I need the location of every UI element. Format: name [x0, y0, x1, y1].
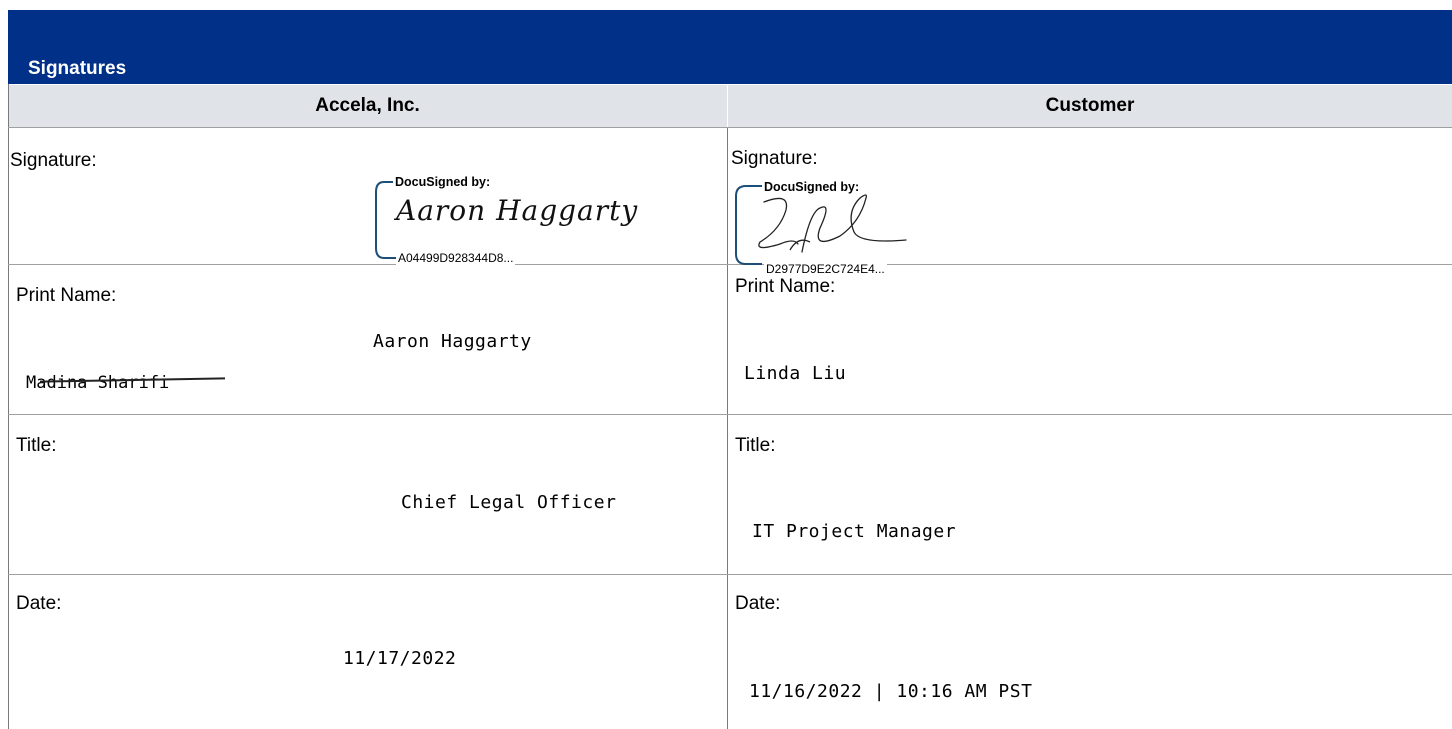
accela-docusigned-by-label: DocuSigned by: [393, 175, 493, 189]
accela-print-name-label: Print Name: [16, 285, 117, 306]
accela-handwritten-name: Madina Sharifi [26, 373, 170, 393]
customer-title-value: IT Project Manager [752, 521, 957, 542]
accela-envelope-id: A04499D928344D8... [396, 251, 516, 265]
grid-row-line [8, 574, 1452, 575]
customer-handwritten-signature [758, 194, 907, 253]
grid-left-border [8, 84, 9, 729]
customer-signature-label: Signature: [731, 148, 818, 169]
grid-row-line [8, 127, 1452, 128]
customer-envelope-id: D2977D9E2C724E4... [764, 262, 887, 276]
section-header-bar [8, 10, 1452, 84]
customer-print-name-label: Print Name: [735, 276, 836, 297]
accela-title-label: Title: [16, 435, 57, 456]
accela-title-value: Chief Legal Officer [401, 492, 617, 513]
accela-date-value: 11/17/2022 [343, 648, 457, 669]
customer-print-name-value: Linda Liu [744, 363, 847, 384]
accela-handwritten-signature: Aaron Haggarty [396, 194, 639, 227]
grid-center-divider [727, 127, 728, 729]
customer-date-label: Date: [735, 593, 781, 614]
column-header-customer: Customer [728, 85, 1452, 127]
accela-print-name-value: Aaron Haggarty [373, 331, 532, 352]
signatures-page: Signatures Accela, Inc. Customer Signatu… [0, 0, 1452, 729]
customer-title-label: Title: [735, 435, 776, 456]
section-title: Signatures [28, 58, 127, 79]
column-header-accela: Accela, Inc. [8, 85, 727, 127]
accela-signature-label: Signature: [10, 150, 97, 171]
customer-date-value: 11/16/2022 | 10:16 AM PST [749, 681, 1033, 702]
grid-row-line [8, 414, 1452, 415]
accela-date-label: Date: [16, 593, 62, 614]
